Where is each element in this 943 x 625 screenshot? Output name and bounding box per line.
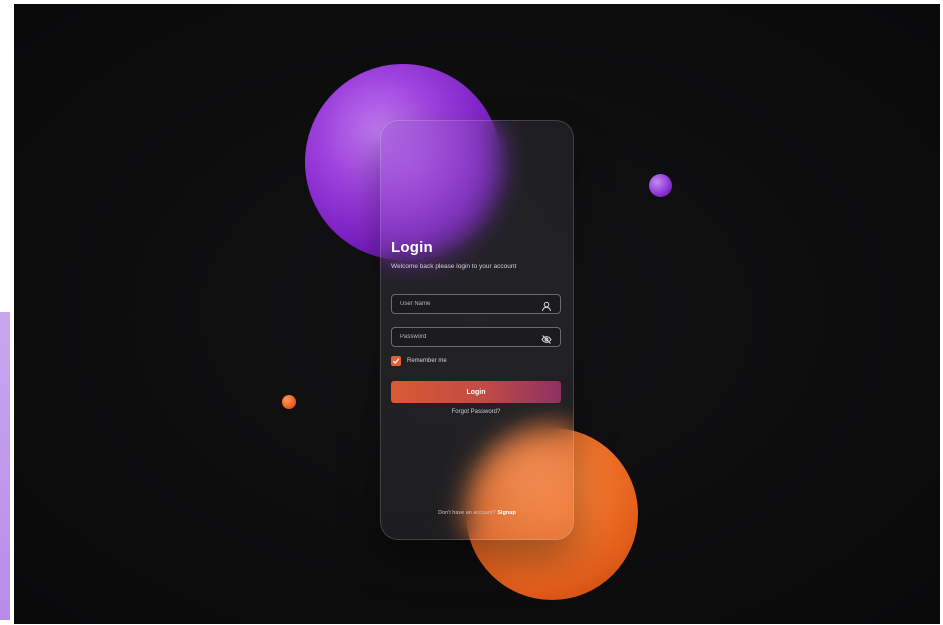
- username-input[interactable]: [400, 295, 530, 313]
- login-card: Login Welcome back please login to your …: [380, 120, 574, 540]
- eye-off-icon[interactable]: [541, 332, 552, 344]
- signup-row: Don't have an account? Signup: [381, 510, 573, 516]
- left-edge-strip: [0, 312, 10, 620]
- check-icon: [392, 357, 400, 364]
- signup-prompt: Don't have an account?: [438, 510, 498, 516]
- password-field[interactable]: [391, 327, 561, 347]
- signup-link[interactable]: Signup: [497, 510, 516, 516]
- card-orange-glow: [461, 411, 573, 539]
- login-button[interactable]: Login: [391, 381, 561, 403]
- remember-me-checkbox[interactable]: [391, 355, 401, 366]
- remember-me[interactable]: Remember me: [391, 355, 447, 366]
- login-title: Login: [391, 239, 433, 256]
- remember-me-label: Remember me: [407, 357, 447, 364]
- login-subtitle: Welcome back please login to your accoun…: [391, 263, 517, 270]
- purple-sphere-small: [649, 174, 672, 197]
- password-input[interactable]: [400, 328, 530, 346]
- username-field[interactable]: [391, 294, 561, 314]
- forgot-password-link[interactable]: Forgot Password?: [391, 409, 561, 415]
- background-stage: Login Welcome back please login to your …: [14, 4, 940, 624]
- user-icon: [541, 299, 552, 312]
- orange-sphere-small: [282, 395, 296, 409]
